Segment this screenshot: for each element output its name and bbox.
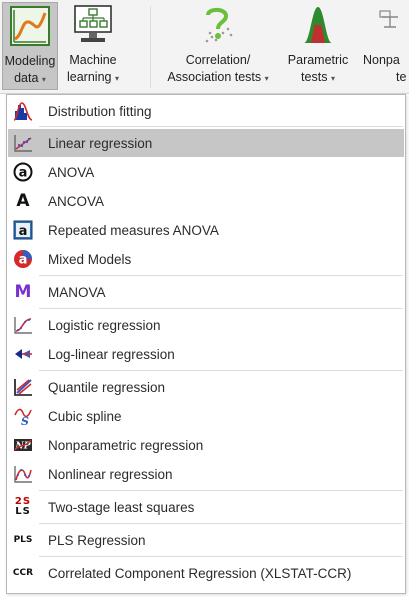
ccr-glyph: CCR xyxy=(12,568,34,578)
menu-item-repeated-measures-anova[interactable]: a Repeated measures ANOVA xyxy=(8,216,404,244)
menu-item-label: Repeated measures ANOVA xyxy=(48,222,219,238)
chevron-down-icon: ▾ xyxy=(330,74,335,83)
menu-item-label: Nonlinear regression xyxy=(48,466,173,482)
two-stage-least-squares-icon: 2S LS xyxy=(12,496,34,518)
correlation-label-line1: Correlation/ xyxy=(185,53,251,67)
menu-item-label: Quantile regression xyxy=(48,379,166,395)
parametric-tests-label-line2: tests xyxy=(301,70,328,84)
correlation-icon xyxy=(198,5,238,48)
ancova-icon: A xyxy=(12,190,34,212)
pls-glyph: PLS xyxy=(13,535,33,545)
menu-item-linear-regression[interactable]: Linear regression xyxy=(8,129,404,157)
menu-item-label: Logistic regression xyxy=(48,317,161,333)
nonparametric-tests-icon xyxy=(378,5,402,48)
ccr-icon: CCR xyxy=(12,562,34,584)
two-stage-glyph-bottom: LS xyxy=(15,506,31,517)
menu-item-label: ANCOVA xyxy=(48,193,105,209)
manova-glyph: M xyxy=(14,282,32,302)
correlation-label-line2: Association tests xyxy=(167,70,262,84)
menu-separator xyxy=(39,275,403,276)
menu-item-two-stage-least-squares[interactable]: 2S LS Two-stage least squares xyxy=(8,493,404,521)
anova-glyph: a xyxy=(19,166,28,181)
menu-item-mixed-models[interactable]: a Mixed Models xyxy=(8,245,404,273)
ribbon-separator xyxy=(150,6,151,88)
menu-item-label: MANOVA xyxy=(48,284,106,300)
modeling-data-dropdown-menu: Distribution fitting Linear regression a… xyxy=(6,94,406,594)
manova-icon: M xyxy=(12,281,34,303)
repeated-glyph: a xyxy=(19,224,28,239)
menu-separator xyxy=(39,126,403,127)
menu-item-logistic-regression[interactable]: Logistic regression xyxy=(8,311,404,339)
chevron-down-icon: ▾ xyxy=(114,74,119,83)
menu-separator xyxy=(39,523,403,524)
menu-separator xyxy=(39,370,403,371)
menu-item-ancova[interactable]: A ANCOVA xyxy=(8,187,404,215)
modeling-data-label-line2: data xyxy=(14,71,39,85)
chevron-down-icon: ▾ xyxy=(41,75,46,84)
menu-item-label: Log-linear regression xyxy=(48,346,175,362)
pls-regression-icon: PLS xyxy=(12,529,34,551)
nonparametric-tests-label-line1: Nonpa xyxy=(363,53,400,67)
menu-item-nonparametric-regression[interactable]: NP Nonparametric regression xyxy=(8,431,404,459)
menu-item-label: PLS Regression xyxy=(48,532,146,548)
nonparametric-regression-icon: NP xyxy=(12,434,34,456)
parametric-tests-button[interactable]: Parametric tests ▾ xyxy=(282,2,354,90)
menu-separator xyxy=(39,308,403,309)
nonlinear-regression-icon xyxy=(12,463,34,485)
modeling-data-button[interactable]: Modeling data ▾ xyxy=(2,2,58,90)
parametric-tests-label-line1: Parametric xyxy=(287,53,349,67)
menu-item-pls-regression[interactable]: PLS PLS Regression xyxy=(8,526,404,554)
modeling-data-label-line1: Modeling xyxy=(4,54,56,68)
distribution-fitting-icon xyxy=(12,100,34,122)
menu-separator xyxy=(39,556,403,557)
mixed-models-icon: a xyxy=(12,248,34,270)
menu-item-label: Linear regression xyxy=(48,135,153,151)
menu-item-label: Nonparametric regression xyxy=(48,437,204,453)
menu-item-log-linear-regression[interactable]: Log-linear regression xyxy=(8,340,404,368)
machine-learning-label-line1: Machine xyxy=(69,53,117,67)
menu-item-label: Cubic spline xyxy=(48,408,122,424)
machine-learning-button[interactable]: Machine learning ▾ xyxy=(62,2,124,90)
menu-item-label: Distribution fitting xyxy=(48,103,152,119)
menu-item-label: Two-stage least squares xyxy=(48,499,195,515)
nonparametric-tests-label-line2: te xyxy=(396,70,407,84)
menu-item-anova[interactable]: a ANOVA xyxy=(8,158,404,186)
menu-item-distribution-fitting[interactable]: Distribution fitting xyxy=(8,97,404,125)
menu-item-label: Mixed Models xyxy=(48,251,132,267)
ribbon: Modeling data ▾ Machine learning ▾ Corre… xyxy=(0,0,409,94)
machine-learning-icon xyxy=(71,5,115,48)
anova-icon: a xyxy=(12,161,34,183)
menu-item-label: ANOVA xyxy=(48,164,95,180)
menu-item-nonlinear-regression[interactable]: Nonlinear regression xyxy=(8,460,404,488)
quantile-regression-icon xyxy=(12,376,34,398)
ancova-glyph: A xyxy=(16,191,30,211)
menu-item-manova[interactable]: M MANOVA xyxy=(8,278,404,306)
machine-learning-label-line2: learning xyxy=(67,70,112,84)
menu-item-quantile-regression[interactable]: Quantile regression xyxy=(8,373,404,401)
chevron-down-icon: ▾ xyxy=(264,74,269,83)
parametric-tests-icon xyxy=(298,5,338,48)
mixed-glyph: a xyxy=(19,253,28,268)
log-linear-icon xyxy=(12,343,34,365)
linear-regression-icon xyxy=(12,132,34,154)
cubic-spline-icon: S xyxy=(12,405,34,427)
correlation-association-tests-button[interactable]: Correlation/ Association tests ▾ xyxy=(158,2,278,90)
menu-separator xyxy=(39,490,403,491)
nonparametric-tests-button[interactable]: Nonpa te xyxy=(360,2,409,90)
repeated-measures-icon: a xyxy=(12,219,34,241)
menu-item-label: Correlated Component Regression (XLSTAT-… xyxy=(48,565,352,581)
modeling-data-icon xyxy=(10,6,50,49)
menu-item-cubic-spline[interactable]: S Cubic spline xyxy=(8,402,404,430)
menu-item-correlated-component-regression[interactable]: CCR Correlated Component Regression (XLS… xyxy=(8,559,404,587)
logistic-regression-icon xyxy=(12,314,34,336)
svg-text:S: S xyxy=(21,415,29,426)
